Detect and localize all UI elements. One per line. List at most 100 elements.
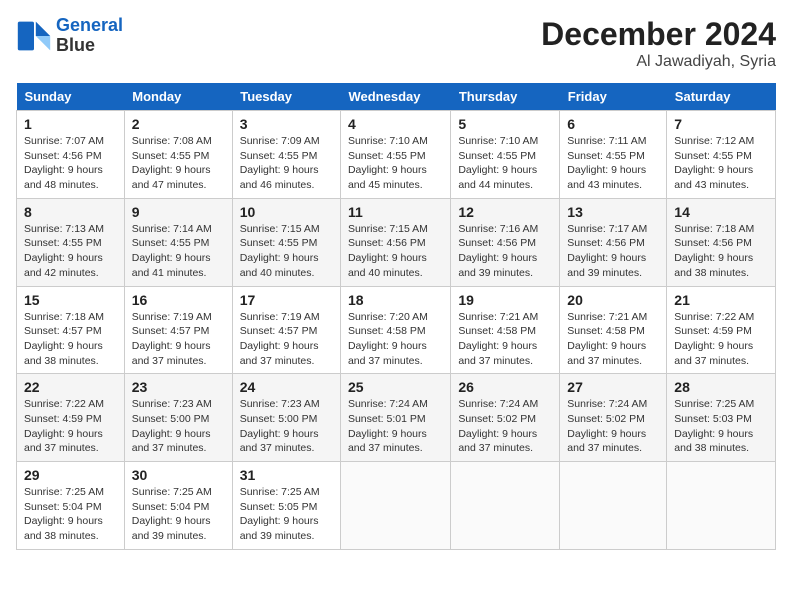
day-number: 27	[567, 379, 659, 395]
header-day-monday: Monday	[124, 83, 232, 111]
day-info: Sunrise: 7:07 AMSunset: 4:56 PMDaylight:…	[24, 135, 104, 191]
day-number: 8	[24, 204, 117, 220]
day-number: 2	[132, 116, 225, 132]
day-number: 10	[240, 204, 333, 220]
day-cell-22: 22Sunrise: 7:22 AMSunset: 4:59 PMDayligh…	[17, 374, 125, 462]
day-info: Sunrise: 7:15 AMSunset: 4:55 PMDaylight:…	[240, 223, 320, 279]
day-info: Sunrise: 7:24 AMSunset: 5:02 PMDaylight:…	[458, 398, 538, 454]
day-number: 30	[132, 467, 225, 483]
day-cell-21: 21Sunrise: 7:22 AMSunset: 4:59 PMDayligh…	[667, 286, 776, 374]
day-cell-3: 3Sunrise: 7:09 AMSunset: 4:55 PMDaylight…	[232, 111, 340, 199]
day-number: 28	[674, 379, 768, 395]
day-cell-10: 10 Sunrise: 7:15 AMSunset: 4:55 PMDayligh…	[232, 198, 340, 286]
day-info: Sunrise: 7:24 AMSunset: 5:01 PMDaylight:…	[348, 398, 428, 454]
day-number: 24	[240, 379, 333, 395]
day-number: 4	[348, 116, 443, 132]
week-row-1: 1 Sunrise: 7:07 AMSunset: 4:56 PMDaylight…	[17, 111, 776, 199]
week-row-2: 8 Sunrise: 7:13 AMSunset: 4:55 PMDaylight…	[17, 198, 776, 286]
page-header: General Blue December 2024 Al Jawadiyah,…	[16, 16, 776, 71]
day-number: 16	[132, 292, 225, 308]
day-info: Sunrise: 7:17 AMSunset: 4:56 PMDaylight:…	[567, 223, 647, 279]
day-cell-24: 24 Sunrise: 7:23 AMSunset: 5:00 PMDayligh…	[232, 374, 340, 462]
day-info: Sunrise: 7:25 AMSunset: 5:03 PMDaylight:…	[674, 398, 754, 454]
day-info: Sunrise: 7:18 AMSunset: 4:56 PMDaylight:…	[674, 223, 754, 279]
day-cell-19: 19Sunrise: 7:21 AMSunset: 4:58 PMDayligh…	[451, 286, 560, 374]
day-cell-31: 31 Sunrise: 7:25 AMSunset: 5:05 PMDayligh…	[232, 462, 340, 550]
day-info: Sunrise: 7:15 AMSunset: 4:56 PMDaylight:…	[348, 223, 428, 279]
empty-cell	[451, 462, 560, 550]
day-number: 6	[567, 116, 659, 132]
day-number: 31	[240, 467, 333, 483]
day-number: 23	[132, 379, 225, 395]
day-cell-27: 27 Sunrise: 7:24 AMSunset: 5:02 PMDayligh…	[560, 374, 667, 462]
day-info: Sunrise: 7:08 AMSunset: 4:55 PMDaylight:…	[132, 135, 212, 191]
day-info: Sunrise: 7:23 AMSunset: 5:00 PMDaylight:…	[132, 398, 212, 454]
logo: General Blue	[16, 16, 123, 56]
header-day-wednesday: Wednesday	[340, 83, 450, 111]
day-number: 3	[240, 116, 333, 132]
day-number: 20	[567, 292, 659, 308]
day-cell-2: 2 Sunrise: 7:08 AMSunset: 4:55 PMDaylight…	[124, 111, 232, 199]
day-cell-13: 13 Sunrise: 7:17 AMSunset: 4:56 PMDayligh…	[560, 198, 667, 286]
day-cell-29: 29 Sunrise: 7:25 AMSunset: 5:04 PMDayligh…	[17, 462, 125, 550]
day-cell-12: 12 Sunrise: 7:16 AMSunset: 4:56 PMDayligh…	[451, 198, 560, 286]
day-cell-16: 16Sunrise: 7:19 AMSunset: 4:57 PMDayligh…	[124, 286, 232, 374]
week-row-4: 22Sunrise: 7:22 AMSunset: 4:59 PMDayligh…	[17, 374, 776, 462]
day-info: Sunrise: 7:10 AMSunset: 4:55 PMDaylight:…	[348, 135, 428, 191]
day-cell-25: 25Sunrise: 7:24 AMSunset: 5:01 PMDayligh…	[340, 374, 450, 462]
week-row-5: 29 Sunrise: 7:25 AMSunset: 5:04 PMDayligh…	[17, 462, 776, 550]
day-number: 13	[567, 204, 659, 220]
header-day-tuesday: Tuesday	[232, 83, 340, 111]
day-number: 5	[458, 116, 552, 132]
empty-cell	[340, 462, 450, 550]
day-cell-1: 1 Sunrise: 7:07 AMSunset: 4:56 PMDaylight…	[17, 111, 125, 199]
day-cell-14: 14 Sunrise: 7:18 AMSunset: 4:56 PMDayligh…	[667, 198, 776, 286]
day-cell-7: 7Sunrise: 7:12 AMSunset: 4:55 PMDaylight…	[667, 111, 776, 199]
day-cell-28: 28 Sunrise: 7:25 AMSunset: 5:03 PMDayligh…	[667, 374, 776, 462]
day-number: 17	[240, 292, 333, 308]
day-cell-11: 11 Sunrise: 7:15 AMSunset: 4:56 PMDayligh…	[340, 198, 450, 286]
day-number: 26	[458, 379, 552, 395]
day-info: Sunrise: 7:20 AMSunset: 4:58 PMDaylight:…	[348, 311, 428, 367]
day-number: 12	[458, 204, 552, 220]
day-info: Sunrise: 7:25 AMSunset: 5:04 PMDaylight:…	[24, 486, 104, 542]
day-info: Sunrise: 7:21 AMSunset: 4:58 PMDaylight:…	[458, 311, 538, 367]
day-number: 1	[24, 116, 117, 132]
calendar-header: SundayMondayTuesdayWednesdayThursdayFrid…	[17, 83, 776, 111]
day-cell-30: 30Sunrise: 7:25 AMSunset: 5:04 PMDayligh…	[124, 462, 232, 550]
day-cell-6: 6Sunrise: 7:11 AMSunset: 4:55 PMDaylight…	[560, 111, 667, 199]
logo-icon	[16, 18, 52, 54]
day-number: 11	[348, 204, 443, 220]
day-cell-5: 5 Sunrise: 7:10 AMSunset: 4:55 PMDaylight…	[451, 111, 560, 199]
title-block: December 2024 Al Jawadiyah, Syria	[541, 16, 776, 71]
month-title: December 2024	[541, 16, 776, 53]
header-day-thursday: Thursday	[451, 83, 560, 111]
day-cell-17: 17 Sunrise: 7:19 AMSunset: 4:57 PMDayligh…	[232, 286, 340, 374]
header-day-saturday: Saturday	[667, 83, 776, 111]
day-info: Sunrise: 7:22 AMSunset: 4:59 PMDaylight:…	[24, 398, 104, 454]
day-info: Sunrise: 7:19 AMSunset: 4:57 PMDaylight:…	[240, 311, 320, 367]
week-row-3: 15Sunrise: 7:18 AMSunset: 4:57 PMDayligh…	[17, 286, 776, 374]
day-info: Sunrise: 7:16 AMSunset: 4:56 PMDaylight:…	[458, 223, 538, 279]
day-cell-26: 26 Sunrise: 7:24 AMSunset: 5:02 PMDayligh…	[451, 374, 560, 462]
day-number: 29	[24, 467, 117, 483]
logo-text: General Blue	[56, 16, 123, 56]
day-number: 21	[674, 292, 768, 308]
day-cell-4: 4 Sunrise: 7:10 AMSunset: 4:55 PMDaylight…	[340, 111, 450, 199]
header-day-sunday: Sunday	[17, 83, 125, 111]
day-number: 15	[24, 292, 117, 308]
day-info: Sunrise: 7:23 AMSunset: 5:00 PMDaylight:…	[240, 398, 320, 454]
header-row: SundayMondayTuesdayWednesdayThursdayFrid…	[17, 83, 776, 111]
day-info: Sunrise: 7:21 AMSunset: 4:58 PMDaylight:…	[567, 311, 647, 367]
day-cell-20: 20 Sunrise: 7:21 AMSunset: 4:58 PMDayligh…	[560, 286, 667, 374]
empty-cell	[560, 462, 667, 550]
day-cell-8: 8 Sunrise: 7:13 AMSunset: 4:55 PMDaylight…	[17, 198, 125, 286]
day-number: 18	[348, 292, 443, 308]
day-info: Sunrise: 7:25 AMSunset: 5:05 PMDaylight:…	[240, 486, 320, 542]
day-info: Sunrise: 7:24 AMSunset: 5:02 PMDaylight:…	[567, 398, 647, 454]
day-cell-9: 9Sunrise: 7:14 AMSunset: 4:55 PMDaylight…	[124, 198, 232, 286]
day-info: Sunrise: 7:13 AMSunset: 4:55 PMDaylight:…	[24, 223, 104, 279]
day-number: 14	[674, 204, 768, 220]
day-cell-23: 23 Sunrise: 7:23 AMSunset: 5:00 PMDayligh…	[124, 374, 232, 462]
day-info: Sunrise: 7:10 AMSunset: 4:55 PMDaylight:…	[458, 135, 538, 191]
